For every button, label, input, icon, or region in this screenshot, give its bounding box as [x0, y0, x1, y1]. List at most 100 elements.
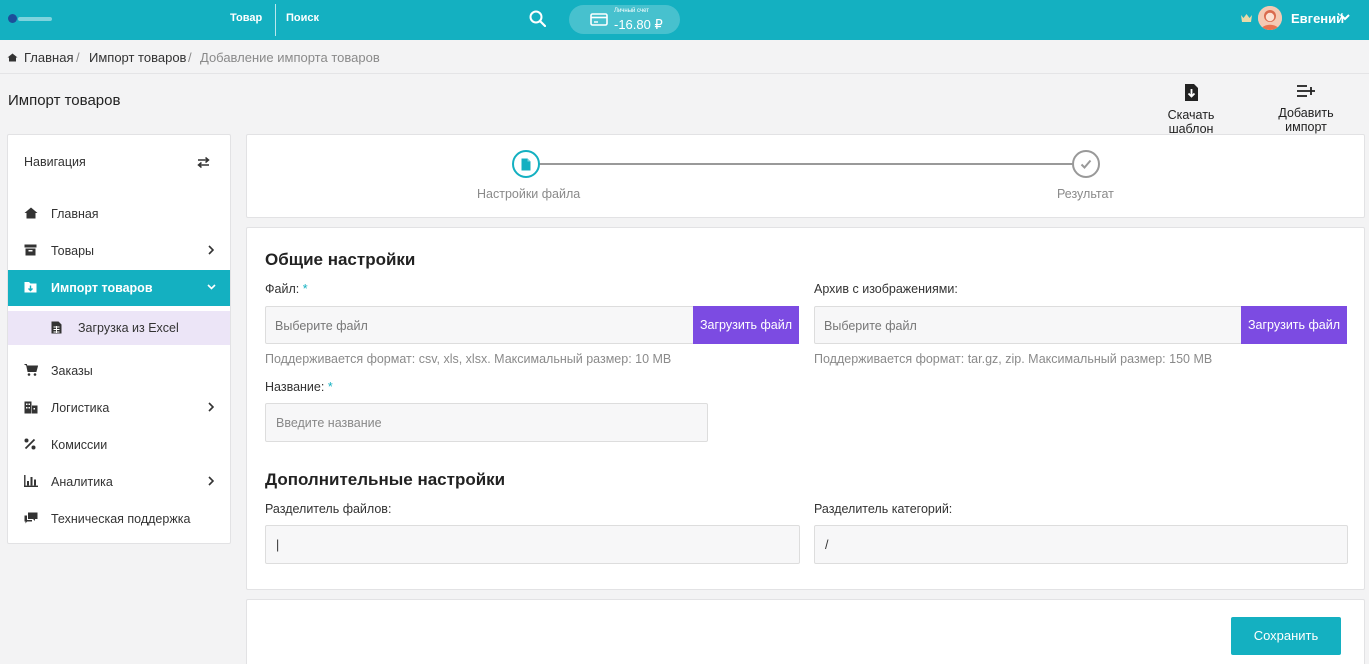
step-label: Настройки файла: [477, 187, 581, 201]
add-import-button[interactable]: Добавить импорт: [1256, 83, 1356, 134]
stepper: Настройки файла Результат: [246, 134, 1365, 218]
name-label: Название: *: [265, 380, 333, 394]
file-label-text: Файл:: [265, 282, 300, 296]
sidebar-item-analytics[interactable]: Аналитика: [8, 464, 230, 500]
bar-chart-icon: [24, 475, 38, 487]
breadcrumb-separator: /: [188, 50, 192, 65]
upload-file-button[interactable]: Загрузить файл: [693, 306, 799, 344]
sidebar-item-logistics[interactable]: Логистика: [8, 390, 230, 426]
nav-heading: Навигация: [24, 155, 86, 169]
name-placeholder: Введите название: [276, 416, 382, 430]
file-hint: Поддерживается формат: csv, xls, xlsx. М…: [265, 352, 672, 366]
avatar[interactable]: [1258, 6, 1282, 30]
breadcrumb-home[interactable]: Главная: [24, 50, 73, 65]
file-placeholder: Выберите файл: [275, 319, 368, 333]
top-link-search[interactable]: Поиск: [286, 12, 319, 24]
sidebar-item-label: Загрузка из Excel: [78, 321, 179, 335]
breadcrumb-current: Добавление импорта товаров: [200, 50, 380, 65]
breadcrumb-separator: /: [76, 50, 80, 65]
breadcrumb-import[interactable]: Импорт товаров: [89, 50, 186, 65]
balance-label: Личный счет: [614, 8, 650, 14]
logo-mark: [8, 14, 17, 23]
box-icon: [24, 244, 37, 256]
required-mark: *: [302, 282, 308, 296]
section-title-extra: Дополнительные настройки: [265, 470, 506, 489]
sidebar-item-label: Главная: [51, 207, 99, 221]
swap-arrows-icon[interactable]: [197, 157, 210, 168]
percent-icon: [24, 438, 36, 450]
check-icon: [1080, 159, 1092, 169]
sidebar-item-excel-upload[interactable]: Загрузка из Excel: [8, 311, 230, 345]
chat-icon: [24, 512, 38, 524]
file-input[interactable]: Выберите файл: [265, 306, 694, 344]
sidebar-item-commissions[interactable]: Комиссии: [8, 427, 230, 463]
chevron-right-icon: [208, 476, 214, 486]
sidebar-item-label: Заказы: [51, 364, 93, 378]
settings-form: Общие настройки Файл: * Выберите файл За…: [246, 227, 1365, 590]
logo-text: [18, 17, 52, 21]
sidebar-item-home[interactable]: Главная: [8, 196, 230, 232]
sidebar-item-label: Товары: [51, 244, 94, 258]
sidebar-item-orders[interactable]: Заказы: [8, 353, 230, 389]
upload-archive-button[interactable]: Загрузить файл: [1241, 306, 1347, 344]
sidebar: Навигация Главная Товары Импорт товаров: [7, 134, 231, 544]
breadcrumb: Главная / Импорт товаров / Добавление им…: [0, 40, 1369, 74]
file-separator-input[interactable]: |: [265, 525, 800, 564]
top-divider: [275, 4, 276, 36]
top-link-product[interactable]: Товар: [230, 12, 262, 24]
cart-icon: [24, 364, 38, 376]
sidebar-item-support[interactable]: Техническая поддержка: [8, 501, 230, 537]
archive-hint: Поддерживается формат: tar.gz, zip. Макс…: [814, 352, 1213, 366]
step-file-settings[interactable]: [512, 150, 540, 178]
step-result[interactable]: [1072, 150, 1100, 178]
step-label: Результат: [1057, 187, 1114, 201]
chevron-right-icon: [208, 245, 214, 255]
spreadsheet-icon: [51, 321, 62, 334]
add-import-label: Добавить импорт: [1278, 106, 1334, 134]
sidebar-item-import[interactable]: Импорт товаров: [8, 270, 230, 306]
chevron-down-icon[interactable]: [1340, 14, 1350, 21]
file-separator-label: Разделитель файлов:: [265, 502, 392, 516]
download-template-button[interactable]: Скачать шаблон: [1145, 83, 1237, 136]
category-separator-input[interactable]: /: [814, 525, 1348, 564]
section-title-general: Общие настройки: [265, 250, 416, 269]
file-separator-value: |: [276, 538, 280, 552]
building-icon: [24, 401, 38, 414]
home-icon: [24, 207, 38, 219]
name-label-text: Название:: [265, 380, 325, 394]
sidebar-item-products[interactable]: Товары: [8, 233, 230, 269]
required-mark: *: [327, 380, 333, 394]
home-icon: [7, 53, 18, 62]
download-file-icon: [1184, 84, 1198, 101]
archive-input[interactable]: Выберите файл: [814, 306, 1242, 344]
archive-placeholder: Выберите файл: [824, 319, 917, 333]
archive-label: Архив с изображениями:: [814, 282, 958, 296]
download-template-label: Скачать шаблон: [1167, 108, 1215, 136]
balance-value: -16.80 ₽: [614, 17, 663, 32]
file-icon: [521, 158, 531, 171]
top-bar: Товар Поиск Личный счет -16.80 ₽ Евгений: [0, 0, 1369, 40]
import-icon: [24, 282, 37, 293]
sidebar-item-label: Импорт товаров: [51, 281, 153, 295]
file-label: Файл: *: [265, 282, 308, 296]
search-icon[interactable]: [529, 10, 546, 27]
form-footer: [246, 599, 1365, 664]
logo[interactable]: [8, 12, 52, 26]
user-name[interactable]: Евгений: [1291, 11, 1344, 26]
stepper-line: [539, 163, 1085, 165]
avatar-image: [1258, 6, 1282, 30]
sidebar-item-label: Техническая поддержка: [51, 512, 191, 526]
credit-card-icon: [590, 13, 608, 26]
crown-icon: [1241, 14, 1252, 22]
chevron-down-icon: [207, 284, 216, 290]
page-title: Импорт товаров: [8, 92, 121, 109]
balance-widget[interactable]: Личный счет -16.80 ₽: [569, 5, 680, 34]
sidebar-item-label: Комиссии: [51, 438, 108, 452]
category-separator-value: /: [825, 538, 829, 552]
sidebar-item-label: Логистика: [51, 401, 110, 415]
save-button[interactable]: Сохранить: [1231, 617, 1341, 655]
sidebar-item-label: Аналитика: [51, 475, 113, 489]
chevron-right-icon: [208, 402, 214, 412]
category-separator-label: Разделитель категорий:: [814, 502, 953, 516]
name-input[interactable]: Введите название: [265, 403, 708, 442]
